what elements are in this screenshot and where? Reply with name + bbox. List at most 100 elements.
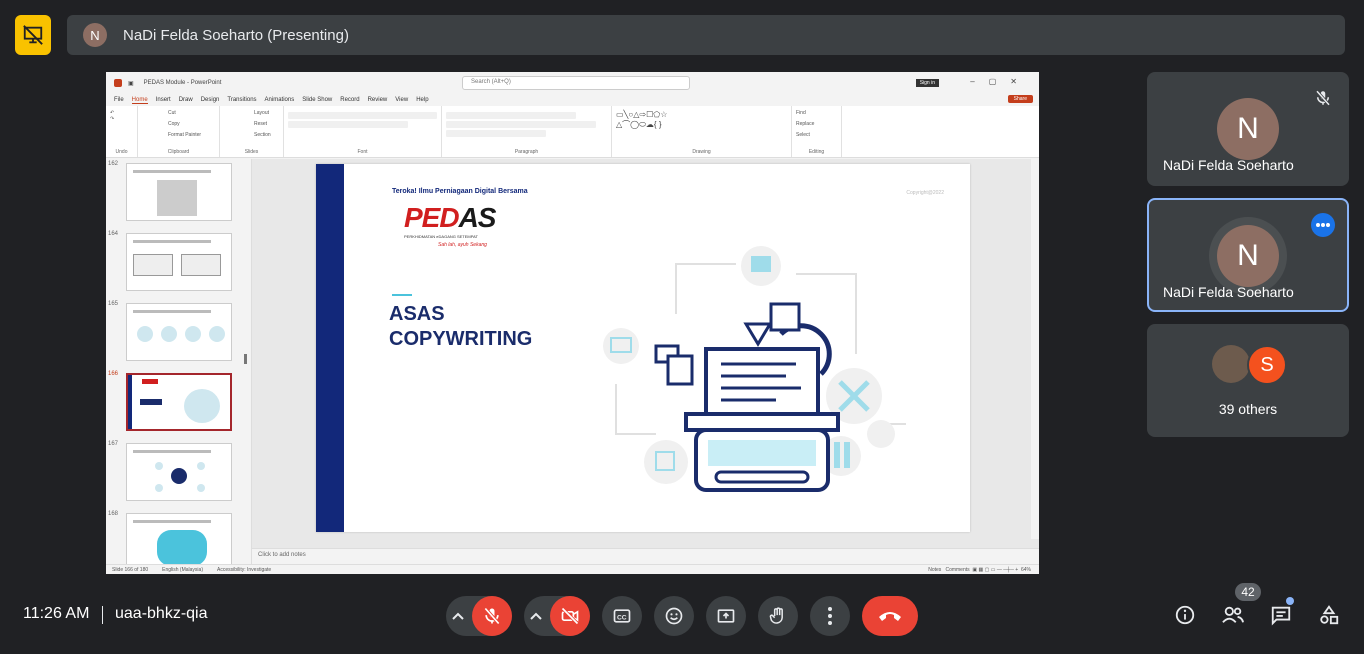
meeting-code: uaa-bhkz-qia bbox=[115, 605, 208, 622]
closed-captions-icon: CC bbox=[613, 609, 631, 623]
slide-thumbnail bbox=[126, 163, 232, 221]
others-count-label: 39 others bbox=[1218, 401, 1278, 417]
participant-name: NaDi Felda Soeharto bbox=[1163, 157, 1294, 173]
ppt-tab-transitions: Transitions bbox=[227, 97, 257, 103]
chat-button[interactable] bbox=[1267, 601, 1295, 629]
thumbnail-scrollbar bbox=[244, 354, 247, 364]
present-now-button[interactable] bbox=[706, 596, 746, 636]
ppt-search-input: Search (Alt+Q) bbox=[462, 76, 690, 90]
camera-control-group bbox=[524, 596, 590, 636]
avatar: S bbox=[1247, 345, 1287, 385]
shared-screen: ▣ PEDAS Module - PowerPoint Search (Alt+… bbox=[106, 72, 1039, 574]
info-icon bbox=[1175, 605, 1195, 625]
avatar: N bbox=[83, 23, 107, 47]
pedas-logo: PEDAS bbox=[404, 202, 496, 233]
chevron-up-icon[interactable] bbox=[446, 596, 470, 636]
more-vert-icon bbox=[828, 607, 832, 625]
current-slide: Teroka! Ilmu Perniagaan Digital Bersama … bbox=[316, 164, 970, 532]
captions-button[interactable]: CC bbox=[602, 596, 642, 636]
slide-editor: Teroka! Ilmu Perniagaan Digital Bersama … bbox=[252, 159, 1039, 564]
meeting-details-button[interactable] bbox=[1171, 601, 1199, 629]
list-item: 162 bbox=[106, 161, 251, 223]
svg-text:CC: CC bbox=[617, 614, 627, 621]
autosave-icon: ▣ bbox=[128, 80, 134, 87]
slide-scrollbar bbox=[1031, 159, 1039, 539]
mic-control-group bbox=[446, 596, 512, 636]
ppt-tab-slide-show: Slide Show bbox=[302, 97, 333, 103]
presenting-banner: N NaDi Felda Soeharto (Presenting) bbox=[67, 15, 1345, 55]
ppt-tab-review: Review bbox=[367, 97, 388, 103]
ppt-tab-design: Design bbox=[200, 97, 220, 103]
ppt-tab-draw: Draw bbox=[178, 97, 193, 103]
slide-title: ASAS COPYWRITING bbox=[389, 303, 533, 350]
slide-thumbnail bbox=[126, 513, 232, 564]
ribbon-group-clipboard: Cut Copy Format Painter Clipboard bbox=[138, 106, 220, 157]
ppt-sign-in-button: Sign in bbox=[915, 79, 939, 87]
ribbon-group-undo: ↶ ↷ Undo bbox=[106, 106, 138, 157]
slide-thumbnail bbox=[126, 443, 232, 501]
presentation-icon[interactable] bbox=[15, 15, 51, 55]
ribbon-group-paragraph: Paragraph bbox=[442, 106, 612, 157]
ribbon-group-drawing: ▭╲○△⇨☐⬠☆ △⌒◯⬭☁{ } Drawing bbox=[612, 106, 792, 157]
mic-off-icon bbox=[484, 607, 500, 625]
others-tile[interactable]: S 39 others bbox=[1147, 324, 1349, 437]
list-item: 164 bbox=[106, 231, 251, 293]
ppt-window-title: PEDAS Module - PowerPoint bbox=[143, 80, 222, 86]
notes-placeholder: Click to add notes bbox=[252, 548, 1039, 564]
camera-off-icon bbox=[561, 607, 579, 625]
divider bbox=[102, 606, 103, 624]
reactions-button[interactable] bbox=[654, 596, 694, 636]
ribbon-group-slides: Layout Reset Section Slides bbox=[220, 106, 284, 157]
slide-thumbnails-pane: 162 164 165 166 167 168 bbox=[106, 159, 252, 564]
hang-up-icon bbox=[879, 612, 901, 621]
ppt-tab-home: Home bbox=[131, 96, 148, 104]
ppt-tab-animations: Animations bbox=[264, 97, 295, 103]
mic-off-icon bbox=[1311, 86, 1335, 110]
avatar bbox=[1212, 345, 1250, 383]
shapes-icon: ▭╲○△⇨☐⬠☆ bbox=[616, 110, 668, 119]
people-button[interactable] bbox=[1219, 601, 1247, 629]
presenting-title: NaDi Felda Soeharto (Presenting) bbox=[123, 26, 349, 44]
logo-slogan: Sah lah, ayuh Sekang bbox=[438, 242, 487, 248]
slide-stripe bbox=[316, 164, 344, 532]
logo-tagline: PERKHIDMATAN eDAGANG SETEMPAT bbox=[404, 234, 478, 239]
list-item: 165 bbox=[106, 301, 251, 363]
activities-icon bbox=[1320, 605, 1339, 625]
avatar: N bbox=[1217, 225, 1279, 287]
ppt-tab-view: View bbox=[395, 97, 409, 103]
camera-button[interactable] bbox=[550, 596, 590, 636]
slide-copyright: Copyright@2022 bbox=[906, 190, 944, 196]
present-screen-icon bbox=[717, 609, 735, 623]
participant-tile-self[interactable]: N NaDi Felda Soeharto bbox=[1147, 198, 1349, 312]
ppt-tab-help: Help bbox=[416, 97, 429, 103]
microphone-button[interactable] bbox=[472, 596, 512, 636]
ppt-tab-file: File bbox=[114, 97, 124, 103]
ppt-share-button: Share bbox=[1007, 95, 1033, 103]
window-controls: –▢✕ bbox=[970, 77, 1031, 86]
chat-icon bbox=[1271, 606, 1291, 626]
ribbon-group-font: Font bbox=[284, 106, 442, 157]
more-options-button[interactable] bbox=[810, 596, 850, 636]
list-item: 167 bbox=[106, 441, 251, 503]
people-count-badge: 42 bbox=[1235, 583, 1261, 601]
participant-tile[interactable]: N NaDi Felda Soeharto bbox=[1147, 72, 1349, 186]
raise-hand-button[interactable] bbox=[758, 596, 798, 636]
notification-dot bbox=[1286, 597, 1294, 605]
slide-thumbnail bbox=[126, 303, 232, 361]
leave-call-button[interactable] bbox=[862, 596, 918, 636]
participant-name: NaDi Felda Soeharto bbox=[1163, 284, 1294, 300]
avatar: N bbox=[1217, 98, 1279, 160]
list-item: 166 bbox=[106, 371, 251, 433]
emoji-icon bbox=[665, 607, 683, 625]
redo-icon: ↷ bbox=[110, 116, 115, 122]
chevron-up-icon[interactable] bbox=[524, 596, 548, 636]
title-accent-line bbox=[392, 294, 412, 296]
more-options-icon[interactable] bbox=[1311, 213, 1335, 237]
hand-icon bbox=[769, 607, 783, 624]
ppt-ribbon: ↶ ↷ Undo Cut Copy Format Painter Clipboa… bbox=[106, 106, 1039, 158]
people-icon bbox=[1222, 606, 1244, 623]
slide-subtitle: Teroka! Ilmu Perniagaan Digital Bersama bbox=[392, 188, 528, 195]
ppt-titlebar: ▣ PEDAS Module - PowerPoint Search (Alt+… bbox=[106, 72, 1039, 94]
activities-button[interactable] bbox=[1315, 601, 1343, 629]
slide-thumbnail bbox=[126, 233, 232, 291]
